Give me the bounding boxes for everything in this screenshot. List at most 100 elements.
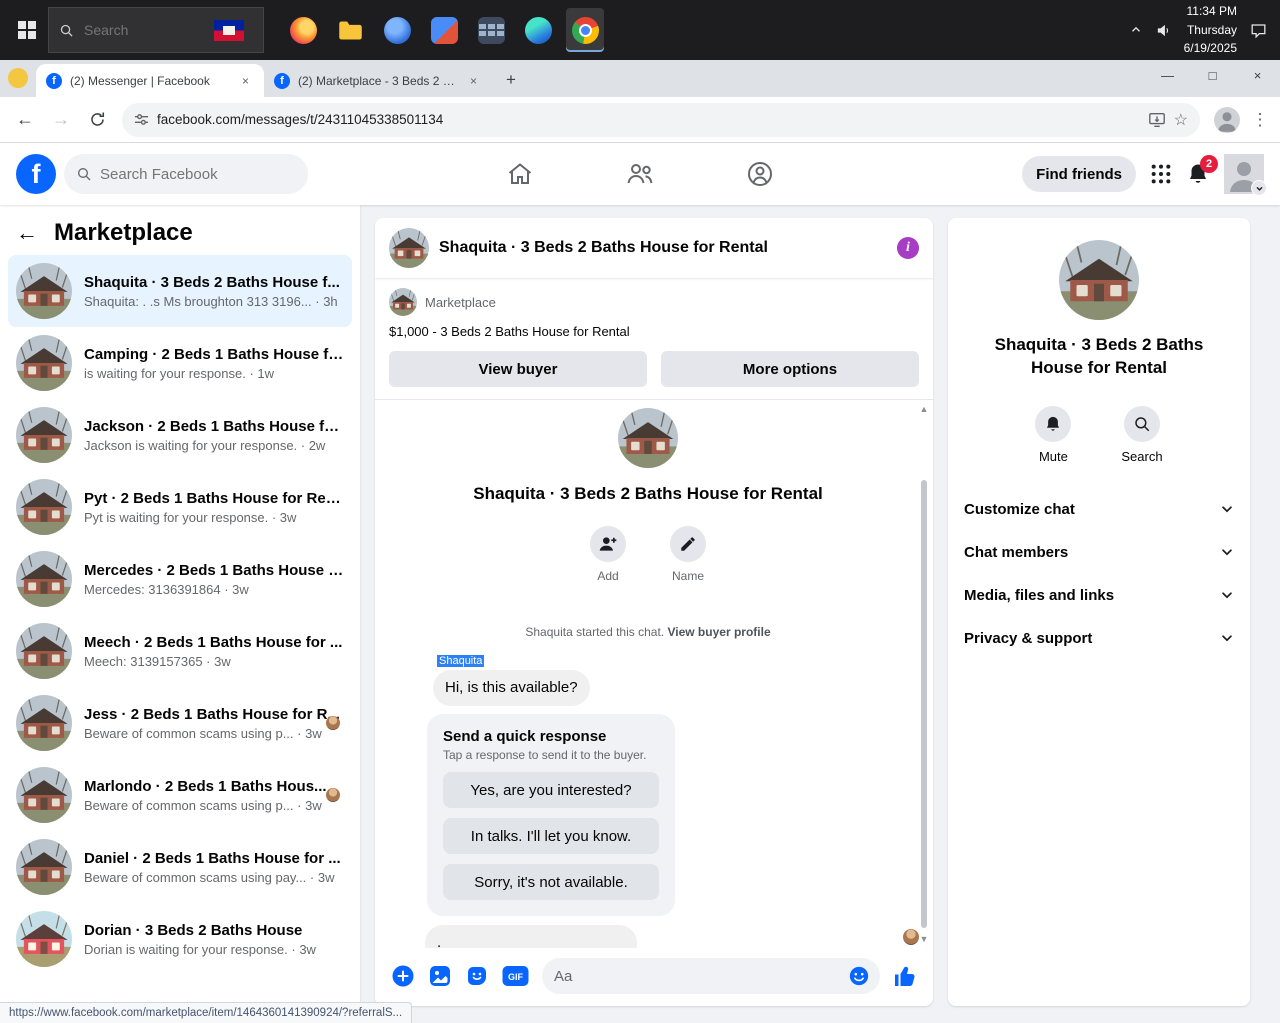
add-member-button[interactable]: Add	[590, 526, 626, 583]
groups-icon[interactable]	[746, 160, 774, 188]
back-arrow-icon[interactable]: ←	[16, 222, 38, 244]
section-media-files-links[interactable]: Media, files and links	[948, 574, 1250, 617]
app-icon	[431, 17, 458, 44]
edit-name-button[interactable]: Name	[670, 526, 706, 583]
emoji-icon[interactable]	[848, 965, 870, 987]
marketplace-sidebar: ← Marketplace Shaquita · 3 Beds 2 Baths …	[0, 205, 360, 1023]
quick-response-option[interactable]: Yes, are you interested?	[443, 772, 659, 808]
taskbar-app-firefox[interactable]	[284, 8, 322, 52]
haiti-flag-icon[interactable]	[214, 20, 244, 41]
browser-profile-icon[interactable]	[1214, 107, 1240, 133]
friends-icon[interactable]	[626, 160, 654, 188]
minimize-button[interactable]: —	[1145, 60, 1190, 90]
apps-menu-icon[interactable]	[1150, 163, 1172, 185]
tab-close-icon[interactable]: ×	[465, 72, 482, 89]
more-options-button[interactable]: More options	[661, 351, 919, 387]
conversation-item[interactable]: Jess · 2 Beds 1 Baths House for R...Bewa…	[8, 687, 352, 759]
section-customize-chat[interactable]: Customize chat	[948, 488, 1250, 531]
quick-response-option[interactable]: Sorry, it's not available.	[443, 864, 659, 900]
account-menu[interactable]	[1224, 154, 1264, 194]
search-in-conversation-button[interactable]: Search	[1121, 406, 1162, 464]
message-bubble[interactable]: Hi, is this available?	[433, 670, 590, 706]
taskbar-search[interactable]	[48, 7, 264, 53]
volume-icon[interactable]	[1155, 22, 1172, 39]
taskbar-app-edge[interactable]	[519, 8, 557, 52]
screen: 11:34 PM Thursday 6/19/2025 f (2) Messen…	[0, 0, 1280, 1023]
taskbar-app-chrome[interactable]	[566, 8, 604, 52]
chat-scrollbar-thumb[interactable]	[921, 480, 927, 928]
sticker-icon[interactable]	[465, 964, 489, 988]
conversation-item[interactable]: Jackson · 2 Beds 1 Baths House for...Jac…	[8, 399, 352, 471]
home-icon[interactable]	[506, 160, 534, 188]
forward-button[interactable]: →	[44, 103, 78, 137]
conversation-item[interactable]: Meech · 2 Beds 1 Baths House for ...Meec…	[8, 615, 352, 687]
taskbar-app-calculator[interactable]	[472, 8, 510, 52]
mute-button[interactable]: Mute	[1035, 406, 1071, 464]
browser-tab-marketplace[interactable]: f (2) Marketplace - 3 Beds 2 Bath ×	[264, 64, 492, 97]
conversation-item[interactable]: Camping · 2 Beds 1 Baths House fo...is w…	[8, 327, 352, 399]
more-actions-icon[interactable]	[391, 964, 415, 988]
facebook-logo[interactable]: f	[16, 154, 56, 194]
chat-scrollbar[interactable]: ▲ ▼	[918, 404, 930, 944]
svg-text:GIF: GIF	[508, 972, 524, 982]
quick-response-option[interactable]: In talks. I'll let you know.	[443, 818, 659, 854]
facebook-header: f Find friends 2	[0, 143, 1280, 205]
facebook-search-input[interactable]	[100, 166, 270, 183]
gif-icon[interactable]: GIF	[502, 966, 529, 986]
message-input[interactable]	[542, 958, 880, 994]
selected-sender-name: Shaquita	[437, 655, 484, 667]
new-tab-button[interactable]: +	[498, 67, 524, 93]
notification-center-icon[interactable]	[1249, 21, 1268, 40]
browser-profile-badge[interactable]	[8, 68, 28, 88]
thumbs-up-icon[interactable]	[893, 964, 917, 988]
listing-photo	[16, 407, 72, 463]
install-app-icon[interactable]	[1148, 111, 1166, 129]
search-icon	[76, 166, 92, 182]
tab-close-icon[interactable]: ×	[237, 72, 254, 89]
page-scrollbar[interactable]	[1266, 143, 1280, 1023]
message-bubble[interactable]: . .s Ms broughton 313 3196104	[425, 925, 637, 948]
taskbar-app-files[interactable]	[331, 8, 369, 52]
conversation-item[interactable]: Daniel · 2 Beds 1 Baths House for ...Bew…	[8, 831, 352, 903]
browser-menu-icon[interactable]: ⋮	[1248, 110, 1272, 130]
section-chat-members[interactable]: Chat members	[948, 531, 1250, 574]
scroll-up-icon[interactable]: ▲	[918, 404, 930, 414]
taskbar-search-input[interactable]	[84, 22, 204, 38]
listing-photo	[16, 551, 72, 607]
attach-photo-icon[interactable]	[428, 964, 452, 988]
section-privacy-support[interactable]: Privacy & support	[948, 617, 1250, 660]
taskbar-app-3[interactable]	[378, 8, 416, 52]
listing-photo	[16, 839, 72, 895]
back-button[interactable]: ←	[8, 103, 42, 137]
conversation-info-icon[interactable]: i	[897, 237, 919, 259]
view-buyer-profile-link[interactable]: View buyer profile	[667, 625, 770, 639]
listing-photo	[16, 263, 72, 319]
conversation-item[interactable]: Mercedes · 2 Beds 1 Baths House f...Merc…	[8, 543, 352, 615]
view-buyer-button[interactable]: View buyer	[389, 351, 647, 387]
conversation-title: Shaquita · 3 Beds 2 Baths House f...	[84, 274, 340, 291]
quick-response-card: Send a quick response Tap a response to …	[427, 714, 675, 916]
facebook-search[interactable]	[64, 154, 308, 194]
conversation-item[interactable]: Dorian · 3 Beds 2 Baths HouseDorian is w…	[8, 903, 352, 975]
tray-chevron-icon[interactable]	[1129, 23, 1143, 37]
maximize-button[interactable]: □	[1190, 60, 1235, 90]
reload-button[interactable]	[80, 103, 114, 137]
name-label: Name	[672, 569, 704, 583]
bookmark-star-icon[interactable]: ☆	[1174, 110, 1188, 130]
window-controls: — □ ×	[1145, 60, 1280, 90]
find-friends-button[interactable]: Find friends	[1022, 156, 1136, 192]
scroll-down-icon[interactable]: ▼	[918, 934, 930, 944]
close-window-button[interactable]: ×	[1235, 60, 1280, 90]
address-bar[interactable]: facebook.com/messages/t/2431104533850113…	[122, 103, 1200, 137]
site-settings-icon[interactable]	[134, 112, 149, 127]
start-button[interactable]	[6, 8, 48, 52]
conversation-item[interactable]: Marlondo · 2 Beds 1 Baths Hous...Beware …	[8, 759, 352, 831]
notifications-button[interactable]: 2	[1186, 162, 1210, 186]
taskbar-clock[interactable]: 11:34 PM Thursday 6/19/2025	[1184, 2, 1237, 58]
taskbar-app-4[interactable]	[425, 8, 463, 52]
conversation-item[interactable]: Shaquita · 3 Beds 2 Baths House f...Shaq…	[8, 255, 352, 327]
conversation-item[interactable]: Pyt · 2 Beds 1 Baths House for Ren...Pyt…	[8, 471, 352, 543]
browser-tab-messenger[interactable]: f (2) Messenger | Facebook ×	[36, 64, 264, 97]
message-line: .	[437, 934, 441, 948]
message-text-input[interactable]	[554, 968, 848, 985]
